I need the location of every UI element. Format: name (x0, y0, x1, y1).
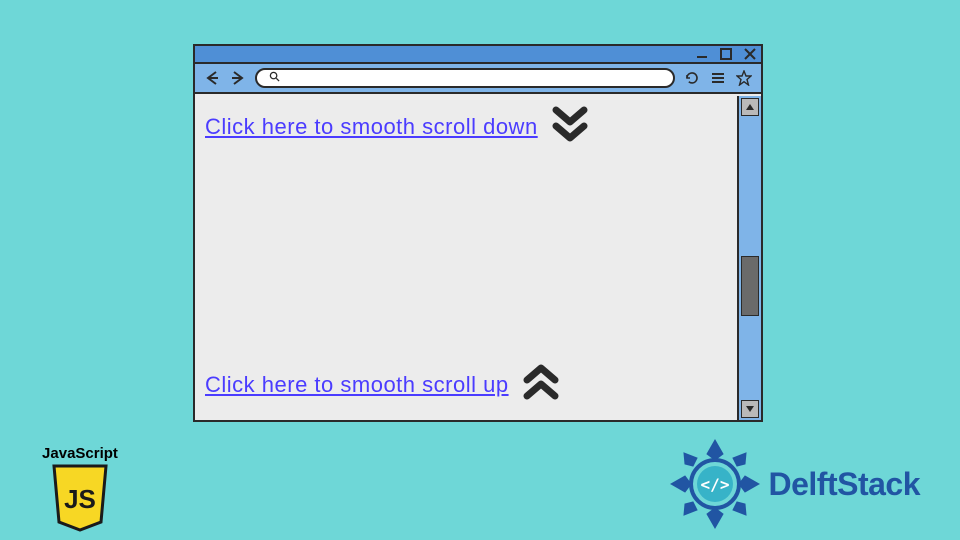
minimize-icon[interactable] (695, 47, 709, 61)
mandala-icon: </> (669, 438, 761, 530)
delftstack-logo: </> DelftStack (669, 438, 921, 530)
scroll-down-link[interactable]: Click here to smooth scroll down (205, 102, 592, 152)
chevrons-up-icon (519, 360, 563, 410)
titlebar (195, 46, 761, 64)
address-bar[interactable] (255, 68, 675, 88)
js-language-label: JavaScript (40, 445, 120, 462)
link-down-text: Click here to smooth scroll down (205, 114, 538, 140)
js-shield-text: JS (64, 484, 96, 514)
browser-toolbar (195, 64, 761, 94)
reload-icon[interactable] (683, 69, 701, 87)
scroll-up-link[interactable]: Click here to smooth scroll up (205, 360, 563, 410)
search-icon (265, 69, 280, 87)
js-shield-icon: JS (50, 464, 110, 532)
delftstack-text: DelftStack (769, 466, 921, 503)
star-icon[interactable] (735, 69, 753, 87)
chevrons-down-icon (548, 102, 592, 152)
scrollbar-up-button[interactable] (741, 98, 759, 116)
forward-button[interactable] (229, 69, 247, 87)
svg-text:</>: </> (700, 475, 729, 494)
javascript-badge: JavaScript JS (40, 445, 120, 532)
maximize-icon[interactable] (719, 47, 733, 61)
back-button[interactable] (203, 69, 221, 87)
scrollbar-thumb[interactable] (741, 256, 759, 316)
browser-window: Click here to smooth scroll down Click h… (193, 44, 763, 422)
page-content: Click here to smooth scroll down Click h… (195, 94, 737, 418)
link-up-text: Click here to smooth scroll up (205, 372, 509, 398)
close-icon[interactable] (743, 47, 757, 61)
scrollbar[interactable] (737, 96, 761, 420)
scrollbar-down-button[interactable] (741, 400, 759, 418)
menu-icon[interactable] (709, 69, 727, 87)
